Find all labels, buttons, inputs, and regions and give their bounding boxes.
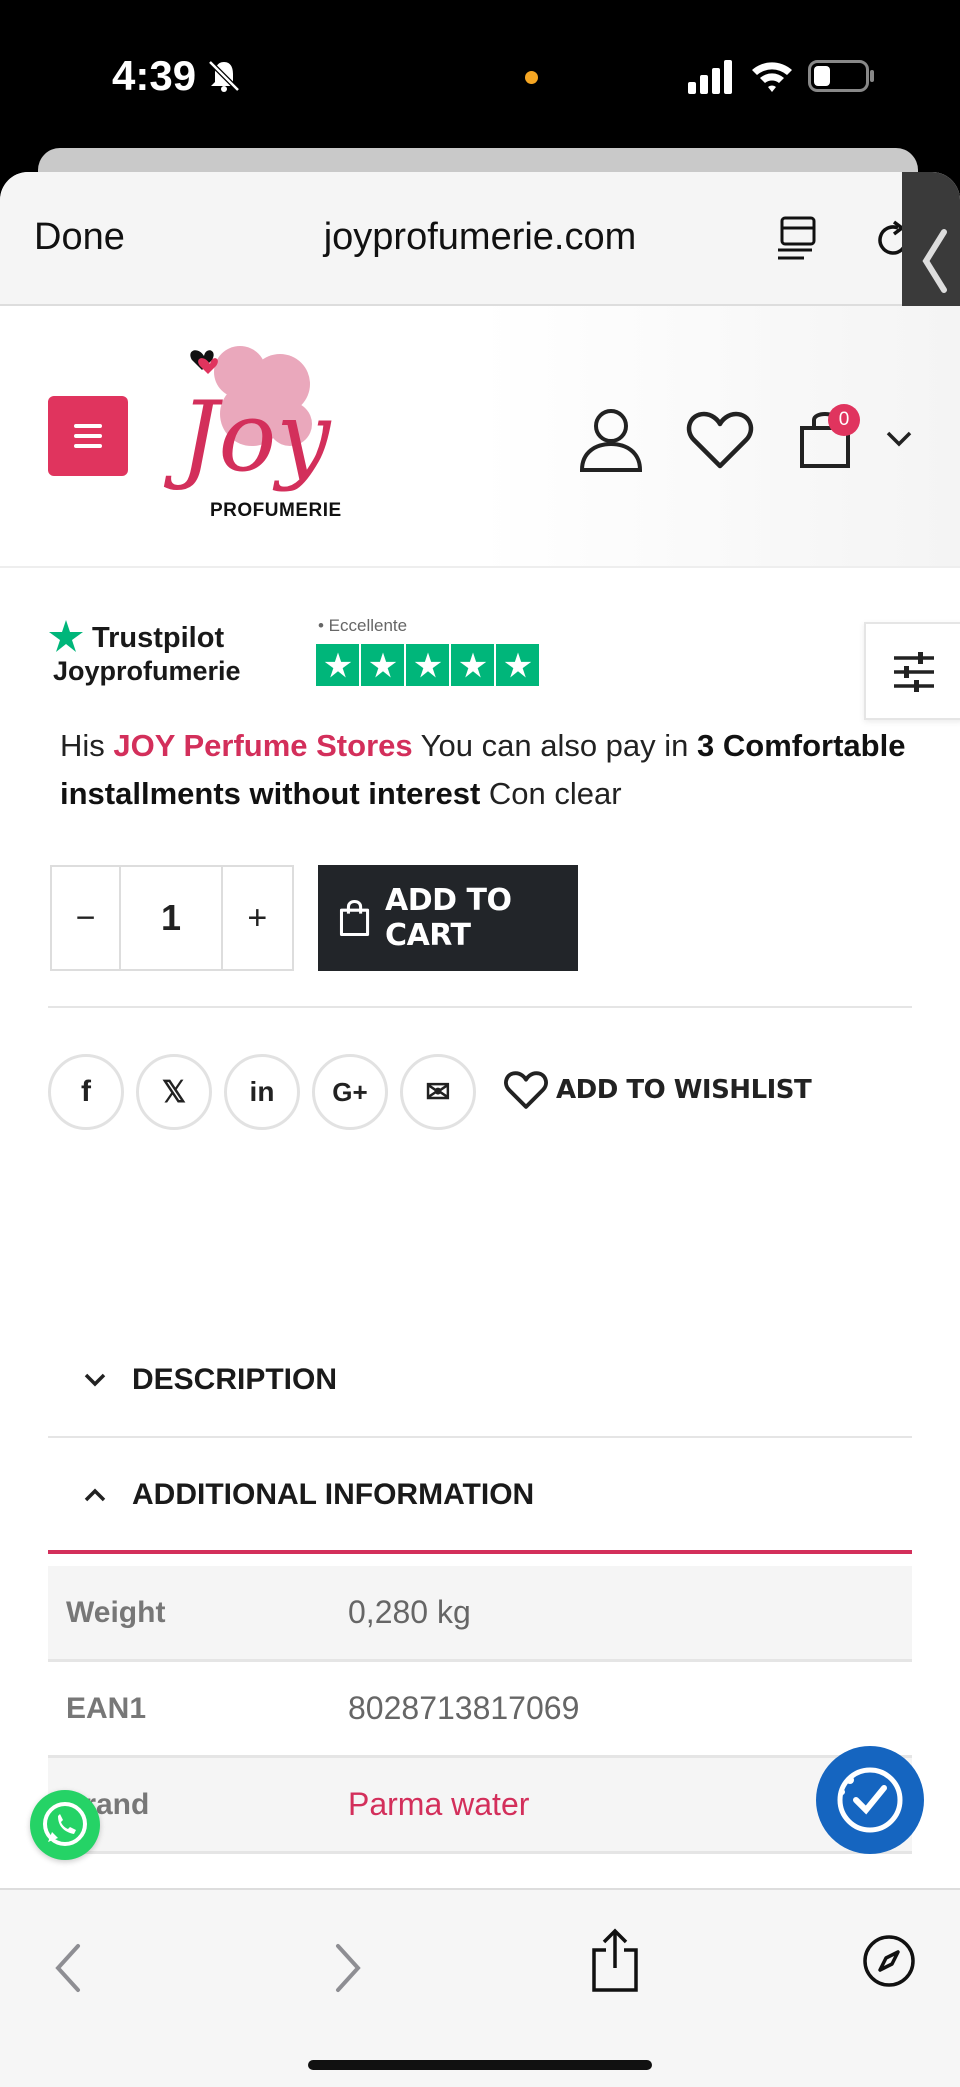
rating-star-icon xyxy=(361,644,404,686)
heart-icon xyxy=(504,1071,548,1109)
quantity-minus-button[interactable]: − xyxy=(52,867,122,969)
add-to-wishlist-button[interactable]: ADD TO WISHLIST xyxy=(504,1070,812,1110)
wifi-icon xyxy=(752,62,792,92)
share-x-button[interactable]: 𝕏 xyxy=(136,1054,212,1130)
email-icon: ✉ xyxy=(425,1075,451,1109)
browser-address-bar: Done joyprofumerie.com xyxy=(0,172,960,306)
add-to-cart-label: ADD TO CART xyxy=(385,883,512,953)
divider xyxy=(48,1006,912,1008)
quantity-input[interactable]: 1 xyxy=(121,867,223,969)
tab-description[interactable]: DESCRIPTION xyxy=(48,1324,912,1438)
chevron-down-icon xyxy=(84,1373,106,1387)
home-indicator xyxy=(308,2060,652,2070)
wishlist-label: ADD TO WISHLIST xyxy=(556,1075,812,1105)
table-row: EAN1 8028713817069 xyxy=(48,1662,912,1758)
trustpilot-rating-label: • Eccellente xyxy=(318,616,408,635)
promo-text: His xyxy=(60,728,114,763)
forward-arrow-icon[interactable] xyxy=(330,1940,366,1996)
promo-text: Con clear xyxy=(480,776,622,811)
reader-mode-icon[interactable] xyxy=(778,216,820,262)
accessibility-button[interactable] xyxy=(816,1746,924,1854)
share-icon[interactable] xyxy=(590,1928,640,1994)
filter-button[interactable] xyxy=(864,622,960,720)
shopping-bag-icon xyxy=(339,899,370,937)
status-time: 4:39 xyxy=(112,52,197,99)
quantity-plus-button[interactable]: + xyxy=(223,867,292,969)
chevron-left-icon xyxy=(922,229,947,293)
logo-subtitle: PROFUMERIE xyxy=(210,500,342,521)
tab-additional-information-label: ADDITIONAL INFORMATION xyxy=(132,1478,535,1511)
compass-icon[interactable] xyxy=(862,1934,916,1988)
battery-icon xyxy=(808,60,874,92)
table-key: Weight xyxy=(66,1595,166,1629)
privacy-indicator xyxy=(525,71,538,84)
table-row: Weight 0,280 kg xyxy=(48,1566,912,1662)
table-row: brand Parma water xyxy=(48,1758,912,1854)
chevron-up-icon xyxy=(84,1488,106,1502)
back-arrow-icon[interactable] xyxy=(50,1940,86,1996)
table-value: 0,280 kg xyxy=(348,1594,471,1630)
tab-additional-information[interactable]: ADDITIONAL INFORMATION xyxy=(48,1440,912,1554)
share-email-button[interactable]: ✉ xyxy=(400,1054,476,1130)
whatsapp-icon xyxy=(43,1802,87,1846)
share-facebook-button[interactable]: f xyxy=(48,1054,124,1130)
tab-description-label: DESCRIPTION xyxy=(132,1363,338,1396)
trustpilot-stars xyxy=(316,644,539,686)
add-to-cart-button[interactable]: ADD TO CART xyxy=(318,865,578,971)
status-bar: 4:39 xyxy=(0,0,960,150)
accessibility-icon xyxy=(837,1767,903,1833)
installment-promo-text: His JOY Perfume Stores You can also pay … xyxy=(60,722,920,818)
facebook-icon: f xyxy=(81,1075,91,1108)
rating-star-icon xyxy=(316,644,359,686)
share-google-plus-button[interactable]: G+ xyxy=(312,1054,388,1130)
bell-slash-icon xyxy=(208,60,240,92)
brand-link[interactable]: Parma water xyxy=(348,1786,529,1823)
x-icon: 𝕏 xyxy=(161,1075,187,1109)
additional-info-table: Weight 0,280 kg EAN1 8028713817069 brand… xyxy=(48,1566,912,1854)
browser-sheet: Done joyprofumerie.com Joy PROFUMERIE 0 … xyxy=(0,172,960,2087)
linkedin-icon: in xyxy=(249,1076,275,1107)
trustpilot-star-icon xyxy=(49,620,83,652)
sliders-icon xyxy=(894,652,934,692)
table-key: EAN1 xyxy=(66,1691,147,1725)
cellular-icon xyxy=(688,60,732,94)
trustpilot-label: Trustpilot xyxy=(92,622,225,654)
trustpilot-brand: Joyprofumerie xyxy=(53,656,241,686)
promo-text: You can also pay in xyxy=(412,728,698,763)
cart-count-badge: 0 xyxy=(828,404,860,436)
chevron-down-icon[interactable] xyxy=(886,430,912,448)
rating-star-icon xyxy=(451,644,494,686)
store-link[interactable]: JOY Perfume Stores xyxy=(113,728,412,763)
wishlist-heart-icon[interactable] xyxy=(686,410,754,470)
quantity-stepper: − 1 + xyxy=(50,865,294,971)
rating-star-icon xyxy=(496,644,539,686)
browser-toolbar xyxy=(0,1888,960,2087)
rating-star-icon xyxy=(406,644,449,686)
logo-wordmark: Joy xyxy=(163,381,332,493)
share-linkedin-button[interactable]: in xyxy=(224,1054,300,1130)
table-value: 8028713817069 xyxy=(348,1690,580,1726)
hamburger-menu-button[interactable] xyxy=(48,396,128,476)
google-plus-icon: G+ xyxy=(332,1076,368,1107)
user-account-icon[interactable] xyxy=(578,406,644,472)
site-header: Joy PROFUMERIE 0 xyxy=(0,306,960,568)
whatsapp-button[interactable] xyxy=(30,1790,100,1860)
